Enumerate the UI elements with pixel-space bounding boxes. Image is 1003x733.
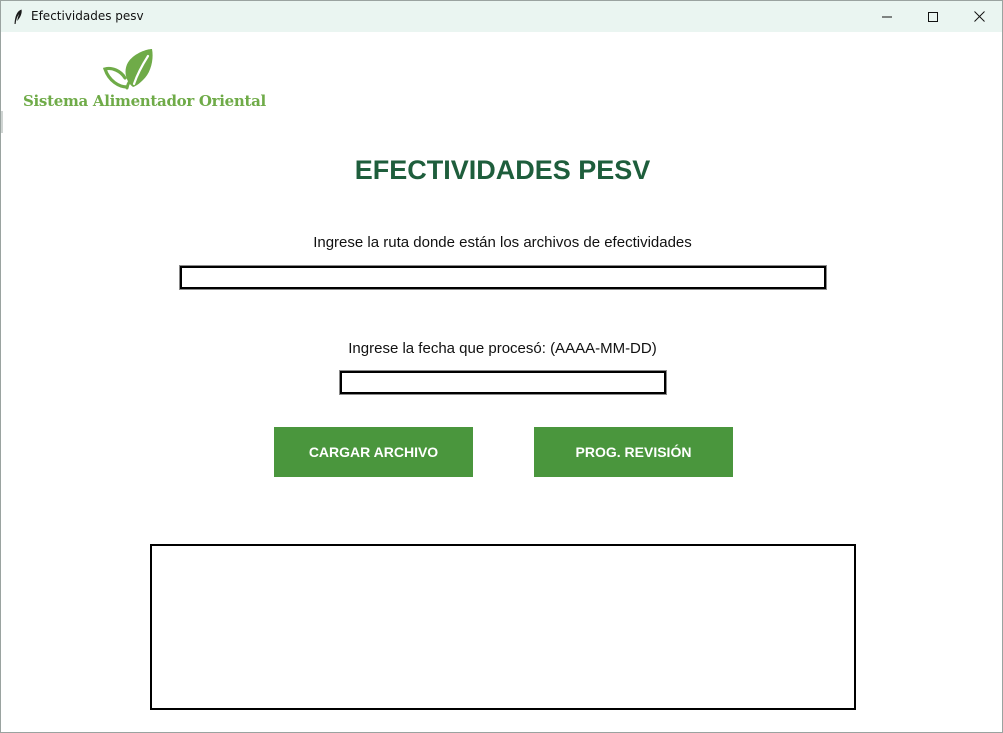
- cargar-archivo-button[interactable]: CARGAR ARCHIVO: [274, 427, 473, 477]
- maximize-icon: [928, 11, 938, 22]
- company-logo: Sistema Alimentador Oriental: [21, 45, 266, 115]
- page-title: EFECTIVIDADES PESV: [354, 155, 651, 185]
- title-bar[interactable]: Efectividades pesv: [1, 1, 1002, 32]
- feather-icon: [14, 9, 22, 24]
- close-icon: [973, 11, 985, 22]
- prog-revision-button[interactable]: PROG. REVISIÓN: [534, 427, 733, 477]
- minimize-icon: [882, 16, 892, 17]
- ruta-input[interactable]: [179, 265, 827, 290]
- fecha-label: Ingrese la fecha que procesó: (AAAA-MM-D…: [348, 340, 657, 357]
- window-title: Efectividades pesv: [31, 9, 144, 23]
- logo-text: Sistema Alimentador Oriental: [23, 92, 266, 110]
- leaf-icon: [103, 49, 153, 90]
- fecha-input[interactable]: [339, 370, 667, 395]
- ruta-label: Ingrese la ruta donde están los archivos…: [313, 234, 692, 251]
- output-text-area[interactable]: [150, 544, 856, 710]
- close-button[interactable]: [956, 1, 1002, 32]
- app-window: Efectividades pesv Sistema Alimentador O…: [0, 0, 1003, 733]
- maximize-button[interactable]: [910, 1, 956, 32]
- window-edge-marker: [1, 111, 3, 133]
- minimize-button[interactable]: [864, 1, 910, 32]
